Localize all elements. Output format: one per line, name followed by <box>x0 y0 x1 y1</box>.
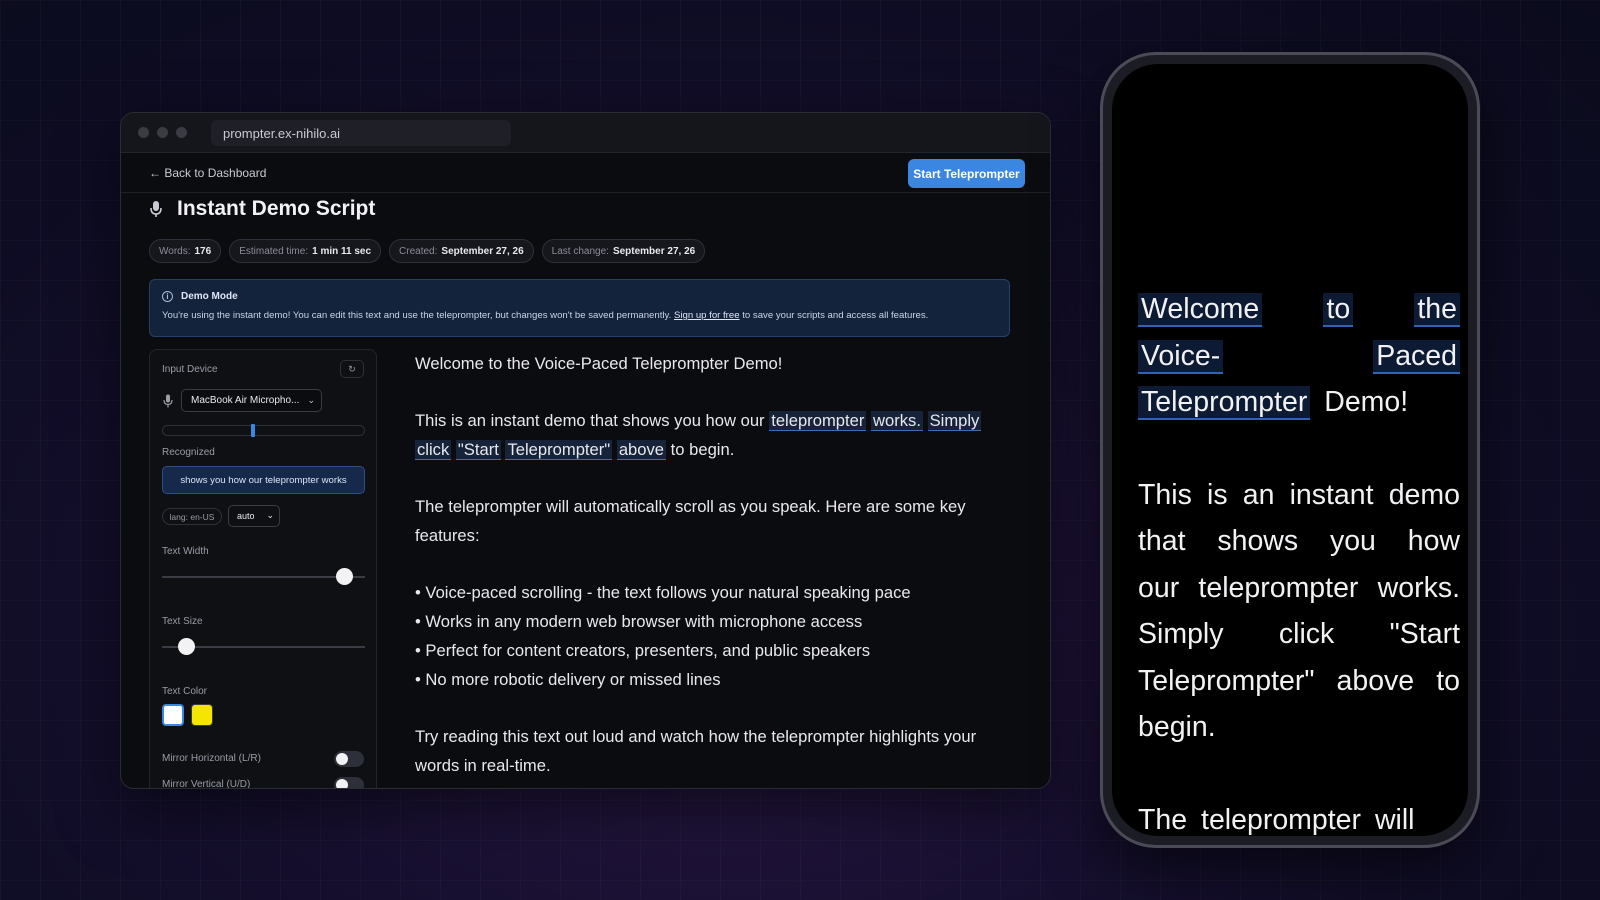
info-icon: i <box>162 291 173 302</box>
page-topbar: ← Back to Dashboard Start Teleprompter <box>121 153 1050 193</box>
notice-title: Demo Mode <box>181 291 238 302</box>
text-width-label: Text Width <box>162 546 209 557</box>
phone-preview: Welcome to the Voice- Paced Teleprompter… <box>1100 52 1480 848</box>
teleprompter-paragraph: Welcome to the Voice- Paced Teleprompter… <box>1138 286 1461 426</box>
highlighted-word: teleprompter <box>769 411 867 431</box>
title-row: Instant Demo Script <box>149 197 375 221</box>
notice-body: You're using the instant demo! You can e… <box>162 310 997 321</box>
estimated-time-label: Estimated time: <box>239 245 309 257</box>
color-swatch-white[interactable] <box>162 704 184 726</box>
last-change-label: Last change: <box>551 245 609 257</box>
window-close-dot[interactable] <box>138 127 149 138</box>
notice-text: You're using the instant demo! You can e… <box>162 310 672 321</box>
input-device-label: Input Device <box>162 364 218 375</box>
notice-header: i Demo Mode <box>162 291 997 302</box>
word-count-value: 176 <box>194 245 212 257</box>
created-label: Created: <box>399 245 438 257</box>
teleprompter-paragraph: This is an instant demo that shows you h… <box>1138 478 1460 744</box>
created-date-badge: Created: September 27, 26 <box>389 239 534 263</box>
highlighted-word: the <box>1414 293 1461 327</box>
highlighted-word: Paced <box>1373 339 1460 374</box>
window-maximize-dot[interactable] <box>176 127 187 138</box>
highlighted-word: Teleprompter <box>1138 386 1311 420</box>
microphone-icon <box>163 394 173 408</box>
highlighted-word: click <box>415 440 452 460</box>
script-meta: Words: 176 Estimated time: 1 min 11 sec … <box>149 239 706 263</box>
mirror-vertical-label: Mirror Vertical (U/D) <box>162 779 251 789</box>
text-color-label: Text Color <box>162 686 208 697</box>
browser-titlebar: prompter.ex-nihilo.ai <box>121 113 1050 153</box>
settings-panel: Input Device ↻ MacBook Air Micropho... ⌄… <box>149 349 377 789</box>
page-title: Instant Demo Script <box>177 197 376 220</box>
highlighted-word: Simply <box>927 411 982 431</box>
script-paragraph: Try reading this text out loud and watch… <box>415 727 977 775</box>
audio-level-meter <box>162 425 365 436</box>
created-value: September 27, 26 <box>441 245 524 257</box>
input-device-select[interactable]: MacBook Air Micropho... ⌄ <box>181 389 322 412</box>
mirror-horizontal-toggle[interactable] <box>334 751 364 767</box>
highlighted-word: works. <box>870 411 923 431</box>
text-width-slider-track[interactable] <box>162 576 365 578</box>
refresh-devices-button[interactable]: ↻ <box>340 360 364 378</box>
browser-window: prompter.ex-nihilo.ai ← Back to Dashboar… <box>120 112 1051 789</box>
microphone-icon <box>150 201 162 217</box>
last-change-value: September 27, 26 <box>612 245 696 257</box>
word-count-badge: Words: 176 <box>149 239 222 263</box>
start-teleprompter-button[interactable]: Start Teleprompter <box>908 159 1025 188</box>
highlighted-word: above <box>616 440 667 460</box>
demo-mode-notice: i Demo Mode You're using the instant dem… <box>149 279 1010 337</box>
script-text: This is an instant demo that shows you h… <box>415 411 765 430</box>
highlighted-word: Teleprompter" <box>505 440 613 460</box>
audio-level-indicator <box>251 424 255 437</box>
highlighted-word: Welcome <box>1138 293 1263 327</box>
chevron-down-icon: ⌄ <box>266 510 274 520</box>
mirror-vertical-toggle[interactable] <box>334 777 364 788</box>
language-badge: lang: en-US <box>162 508 222 525</box>
recognized-text-box: shows you how our teleprompter works <box>162 466 365 494</box>
teleprompter-word: Demo! <box>1324 386 1409 418</box>
teleprompter-paragraph: The teleprompter will <box>1138 803 1415 836</box>
highlighted-word: Voice- <box>1138 339 1224 374</box>
language-mode-value: auto <box>237 511 255 521</box>
highlighted-word: "Start <box>455 440 501 460</box>
color-swatch-yellow[interactable] <box>191 704 213 726</box>
last-change-badge: Last change: September 27, 26 <box>541 239 706 263</box>
text-width-slider-knob[interactable] <box>336 568 354 585</box>
teleprompter-text: Welcome to the Voice- Paced Teleprompter… <box>1138 286 1461 836</box>
script-editor[interactable]: Welcome to the Voice-Paced Teleprompter … <box>415 349 1015 788</box>
back-to-dashboard-link[interactable]: ← Back to Dashboard <box>149 166 266 180</box>
text-size-label: Text Size <box>162 616 203 627</box>
window-minimize-dot[interactable] <box>157 127 168 138</box>
highlighted-word: to <box>1323 293 1354 327</box>
recognized-label: Recognized <box>162 447 215 458</box>
chevron-down-icon: ⌄ <box>307 395 315 405</box>
notice-text-end: to save your scripts and access all feat… <box>742 310 929 321</box>
feature-item: • Works in any modern web browser with m… <box>415 612 863 631</box>
url-bar[interactable]: prompter.ex-nihilo.ai <box>211 120 511 146</box>
script-paragraph: Welcome to the Voice-Paced Teleprompter … <box>415 354 783 373</box>
mirror-horizontal-label: Mirror Horizontal (L/R) <box>162 753 261 764</box>
estimated-time-value: 1 min 11 sec <box>312 245 372 257</box>
estimated-time-badge: Estimated time: 1 min 11 sec <box>229 239 382 263</box>
language-mode-select[interactable]: auto ⌄ <box>228 505 280 527</box>
script-paragraph-highlighted: This is an instant demo that shows you h… <box>415 406 1015 464</box>
feature-list: • Voice-paced scrolling - the text follo… <box>415 578 1015 694</box>
feature-item: • No more robotic delivery or missed lin… <box>415 670 721 689</box>
input-device-value: MacBook Air Micropho... <box>191 395 300 406</box>
word-count-label: Words: <box>159 245 191 257</box>
feature-item: • Perfect for content creators, presente… <box>415 641 870 660</box>
text-size-slider-knob[interactable] <box>177 638 195 655</box>
sign-up-link[interactable]: Sign up for free <box>674 310 740 321</box>
feature-item: • Voice-paced scrolling - the text follo… <box>415 583 911 602</box>
script-text: to begin. <box>670 440 735 459</box>
teleprompter-screen: Welcome to the Voice- Paced Teleprompter… <box>1112 64 1468 836</box>
script-paragraph: The teleprompter will automatically scro… <box>415 497 966 545</box>
refresh-icon: ↻ <box>348 363 356 374</box>
